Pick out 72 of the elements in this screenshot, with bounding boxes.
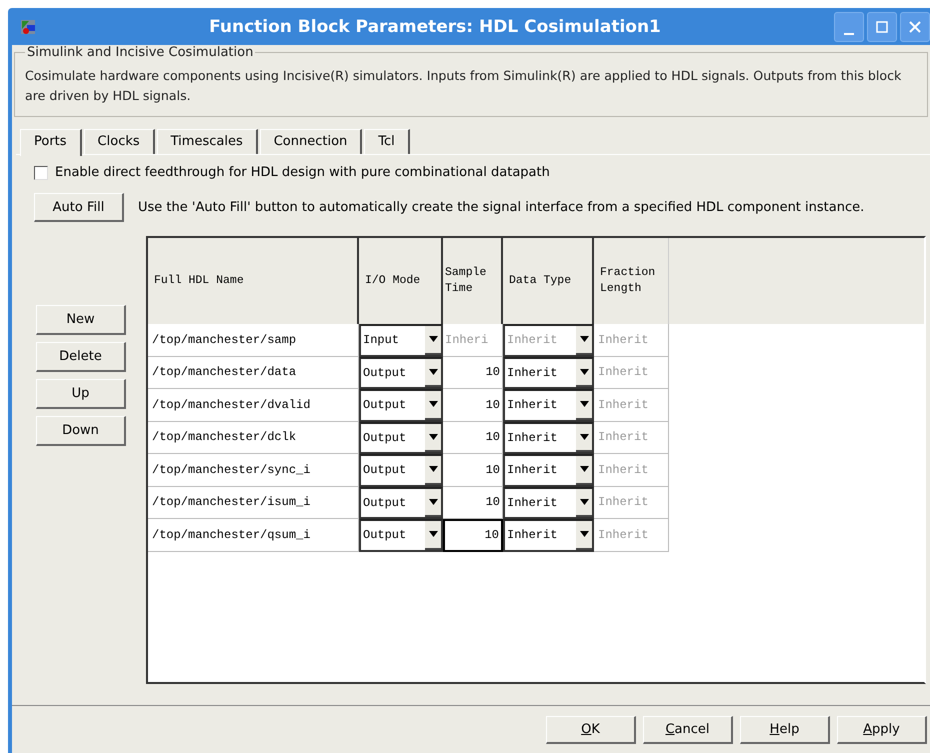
dropdown-arrow-icon: [428, 368, 438, 375]
dialog-button[interactable]: OK: [546, 716, 636, 744]
dropdown-arrow-icon: [428, 401, 438, 408]
column-header: Fraction Length: [594, 238, 669, 324]
column-header: Data Type: [503, 238, 594, 324]
io-mode-dropdown[interactable]: Output: [359, 422, 443, 454]
close-icon: [909, 20, 921, 32]
tab[interactable]: Tcl: [364, 129, 410, 154]
table-cell[interactable]: /top/manchester/isum_i: [148, 486, 359, 519]
table-cell[interactable]: /top/manchester/dclk: [148, 422, 359, 454]
data-type-dropdown[interactable]: Inherit: [503, 356, 594, 389]
tab[interactable]: Timescales: [156, 129, 258, 154]
io-mode-dropdown[interactable]: Output: [359, 486, 443, 519]
data-type-dropdown[interactable]: Inherit: [503, 454, 594, 486]
dropdown-arrow-icon: [580, 466, 588, 472]
dropdown-arrow-icon: [580, 498, 588, 505]
dialog-button[interactable]: Cancel: [643, 716, 733, 744]
sample-time-field[interactable]: 10: [443, 389, 503, 422]
maximize-button[interactable]: [867, 12, 897, 42]
group-title: Simulink and Incisive Cosimulation: [26, 45, 254, 60]
io-mode-dropdown[interactable]: Output: [359, 356, 443, 389]
tab[interactable]: Connection: [260, 129, 362, 154]
io-mode-dropdown[interactable]: Output: [359, 519, 443, 552]
dropdown-arrow-icon: [580, 434, 588, 440]
dropdown-arrow-icon: [428, 336, 438, 342]
table-cell[interactable]: /top/manchester/dvalid: [148, 389, 359, 422]
dropdown-arrow-icon: [428, 531, 438, 538]
data-type-dropdown[interactable]: Inherit: [503, 519, 594, 552]
sample-time-field[interactable]: 10: [443, 422, 503, 454]
dropdown-arrow-icon: [428, 434, 438, 440]
minimize-button[interactable]: [834, 12, 864, 42]
data-type-dropdown[interactable]: Inherit: [503, 422, 594, 454]
tab[interactable]: Clocks: [84, 129, 155, 154]
io-mode-dropdown[interactable]: Output: [359, 389, 443, 422]
sample-time-field[interactable]: 10: [443, 519, 503, 552]
minimize-icon: [844, 32, 854, 34]
hint-text: Use the 'Auto Fill' button to automatically create the signal interface from a specified HDL component instance.: [138, 200, 864, 215]
description-text: Cosimulate hardware components using Incisive(R) simulators. Inputs from Simulink(R) are applied to HDL signals. Outputs from this block are driven by HDL signals.: [25, 67, 902, 105]
maximize-icon: [876, 20, 888, 32]
side-button[interactable]: Down: [36, 416, 126, 446]
app-icon: [20, 18, 36, 34]
sample-time-field[interactable]: 10: [443, 356, 503, 389]
column-header: I/O Mode: [359, 238, 443, 324]
dropdown-arrow-icon: [580, 336, 588, 342]
io-mode-dropdown[interactable]: Input: [359, 324, 443, 356]
dialog-button[interactable]: Apply: [837, 716, 927, 744]
side-button[interactable]: Delete: [36, 342, 126, 372]
close-button[interactable]: [900, 12, 930, 42]
column-header: Sample Time: [443, 238, 503, 324]
checkbox-label: Enable direct feedthrough for HDL design with pure combinational datapath: [55, 165, 550, 180]
sample-time-field[interactable]: 10: [443, 454, 503, 486]
side-button[interactable]: New: [36, 305, 126, 335]
window-title: Function Block Parameters: HDL Cosimulation1: [208, 16, 662, 36]
dropdown-arrow-icon: [428, 466, 438, 472]
auto-fill-button[interactable]: Auto Fill: [34, 193, 124, 222]
column-header: Full HDL Name: [148, 238, 359, 324]
table-cell[interactable]: /top/manchester/qsum_i: [148, 519, 359, 552]
sample-time-field[interactable]: 10: [443, 486, 503, 519]
side-button[interactable]: Up: [36, 379, 126, 409]
table-cell[interactable]: /top/manchester/samp: [148, 324, 359, 356]
io-mode-dropdown[interactable]: Output: [359, 454, 443, 486]
dropdown-arrow-icon: [580, 368, 588, 375]
tab[interactable]: Ports: [20, 129, 82, 156]
dropdown-arrow-icon: [580, 531, 588, 538]
dropdown-arrow-icon: [428, 498, 438, 505]
dialog-button[interactable]: Help: [740, 716, 830, 744]
table-cell[interactable]: /top/manchester/data: [148, 356, 359, 389]
data-type-dropdown[interactable]: Inherit: [503, 486, 594, 519]
dropdown-arrow-icon: [580, 401, 588, 408]
table-cell[interactable]: /top/manchester/sync_i: [148, 454, 359, 486]
checkbox[interactable]: [34, 166, 48, 180]
data-type-dropdown[interactable]: Inherit: [503, 389, 594, 422]
